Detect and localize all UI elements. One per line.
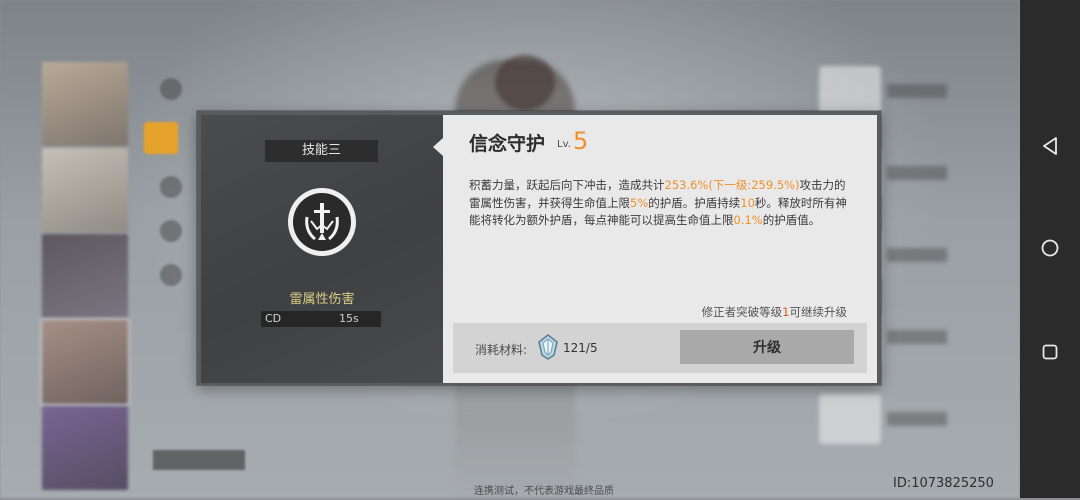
desc-segment: 的护盾。护盾持续 — [648, 195, 741, 210]
skill-thumb-label — [887, 166, 947, 180]
background-character-head — [495, 55, 555, 110]
skill-detail-dialog: 技能三 雷属性伤害 CD 15s 信念守护 Lv. 5 积蓄力量，跃起后向下冲击… — [197, 111, 881, 385]
character-portrait[interactable] — [42, 148, 128, 232]
cooldown-value: 15s — [339, 312, 359, 325]
background-bottom-button[interactable] — [153, 450, 245, 470]
menu-item-icon[interactable] — [160, 176, 182, 198]
skill-slot-tag: 技能三 — [265, 140, 378, 162]
menu-item-icon[interactable] — [160, 78, 182, 100]
desc-highlight: 10 — [740, 195, 755, 210]
side-menu — [144, 78, 200, 308]
material-label: 消耗材料: — [475, 343, 528, 357]
skill-thumb-label — [887, 330, 947, 344]
skill-thumb-label — [887, 412, 947, 426]
panel-pointer — [433, 138, 443, 156]
cooldown-label: CD — [265, 312, 282, 325]
desc-segment: 的护盾值。 — [762, 213, 821, 227]
menu-item-icon-active[interactable] — [144, 122, 178, 154]
upgrade-button[interactable]: 升级 — [680, 330, 854, 364]
crystal-icon — [535, 333, 561, 361]
background-skill-item[interactable] — [815, 390, 965, 470]
material-count: 121/5 — [563, 341, 598, 355]
desc-highlight: 253.6%(下一级:259.5%) — [664, 178, 800, 192]
menu-item-icon[interactable] — [160, 220, 182, 242]
upgrade-requirement-note: 修正者突破等级1可继续升级 — [702, 304, 847, 320]
test-disclaimer: 连携测试，不代表游戏最终品质 — [474, 486, 614, 497]
upgrade-note-level: 1 — [782, 305, 790, 319]
character-portrait-selected[interactable] — [40, 318, 130, 406]
skill-thumb-icon — [819, 394, 881, 444]
level-label: Lv. — [557, 139, 571, 150]
system-navbar — [1020, 0, 1080, 498]
skill-summary-panel: 技能三 雷属性伤害 CD 15s — [201, 115, 443, 383]
desc-segment: 积蓄力量，跃起后向下冲击，造成共计 — [469, 178, 665, 192]
character-portrait-list — [40, 62, 130, 492]
skill-info-panel: 信念守护 Lv. 5 积蓄力量，跃起后向下冲击，造成共计253.6%(下一级:2… — [443, 115, 877, 383]
level-value: 5 — [573, 127, 589, 155]
home-circle-icon[interactable] — [1034, 232, 1066, 264]
skill-name: 信念守护 — [469, 133, 546, 155]
upgrade-note-suffix: 可继续升级 — [789, 305, 848, 319]
desc-highlight: 0.1% — [733, 213, 763, 227]
desc-highlight: 5% — [630, 195, 649, 210]
material-cost-row: 消耗材料: 121/5 升级 — [453, 323, 867, 373]
sword-shield-skill-icon — [288, 188, 356, 256]
skill-thumb-label — [887, 84, 947, 98]
back-triangle-icon[interactable] — [1034, 130, 1066, 162]
cooldown-bar: CD 15s — [261, 311, 381, 327]
menu-item-icon[interactable] — [160, 264, 182, 286]
player-id: ID:1073825250 — [893, 476, 994, 491]
character-portrait[interactable] — [42, 406, 128, 490]
character-portrait[interactable] — [42, 62, 128, 146]
character-portrait[interactable] — [42, 234, 128, 318]
recents-square-icon[interactable] — [1034, 336, 1066, 368]
skill-thumb-label — [887, 248, 947, 262]
damage-type-label: 雷属性伤害 — [289, 292, 355, 307]
skill-description: 积蓄力量，跃起后向下冲击，造成共计253.6%(下一级:259.5%)攻击力的雷… — [469, 177, 855, 230]
skill-thumb-icon — [819, 66, 881, 116]
upgrade-note-prefix: 修正者突破等级 — [701, 305, 783, 319]
